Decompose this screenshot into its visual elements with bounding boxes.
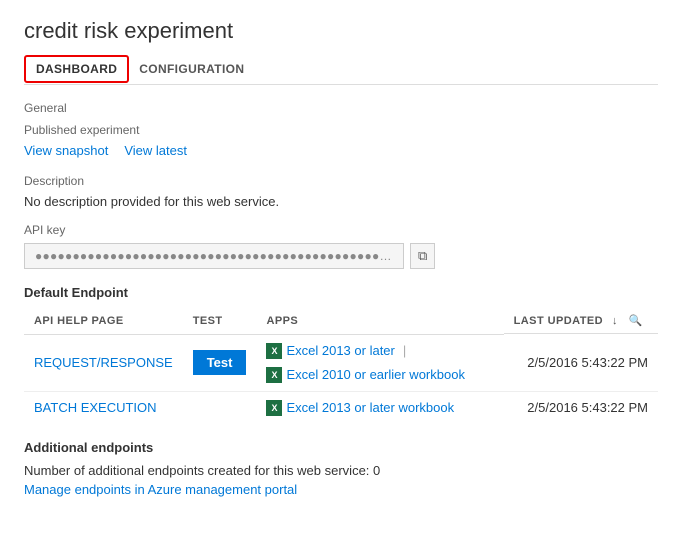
tab-dashboard[interactable]: DASHBOARD <box>24 55 129 83</box>
test-cell-2 <box>183 391 257 424</box>
apps-separator: | <box>403 343 406 358</box>
excel-icon-3: X <box>266 400 282 416</box>
description-value: No description provided for this web ser… <box>24 194 658 209</box>
col-api-help: API HELP PAGE <box>24 308 183 334</box>
apps-cell-1: X Excel 2013 or later | X Excel 2010 or … <box>256 334 503 391</box>
api-key-label: API key <box>24 223 658 237</box>
tab-configuration[interactable]: CONFIGURATION <box>139 54 258 84</box>
sort-down-icon[interactable]: ↓ <box>612 315 618 327</box>
last-updated-cell-1: 2/5/2016 5:43:22 PM <box>504 334 658 391</box>
excel-2013-link[interactable]: X Excel 2013 or later <box>266 343 394 359</box>
col-apps: APPS <box>256 308 503 334</box>
excel-icon-1: X <box>266 343 282 359</box>
endpoint-section-label: Default Endpoint <box>24 285 658 300</box>
copy-icon: ⧉ <box>418 248 427 263</box>
api-key-box: ●●●●●●●●●●●●●●●●●●●●●●●●●●●●●●●●●●●●●●●●… <box>24 243 404 269</box>
request-response-link[interactable]: REQUEST/RESPONSE <box>34 355 173 370</box>
table-row: REQUEST/RESPONSE Test X Excel 2013 or la… <box>24 334 658 391</box>
description-label: Description <box>24 174 658 188</box>
additional-section-label: Additional endpoints <box>24 440 658 455</box>
published-label: Published experiment <box>24 123 658 137</box>
view-latest-link[interactable]: View latest <box>124 143 187 158</box>
test-cell-1: Test <box>183 334 257 391</box>
view-snapshot-link[interactable]: View snapshot <box>24 143 108 158</box>
api-key-row: ●●●●●●●●●●●●●●●●●●●●●●●●●●●●●●●●●●●●●●●●… <box>24 243 658 269</box>
col-last-updated: LAST UPDATED ↓ 🔍 <box>504 308 658 334</box>
copy-api-key-button[interactable]: ⧉ <box>410 243 435 269</box>
tabs-bar: DASHBOARD CONFIGURATION <box>24 54 658 85</box>
additional-endpoints-section: Additional endpoints Number of additiona… <box>24 440 658 497</box>
excel-2013-batch-link[interactable]: X Excel 2013 or later workbook <box>266 400 454 416</box>
col-test: TEST <box>183 308 257 334</box>
table-row: BATCH EXECUTION X Excel 2013 or later wo… <box>24 391 658 424</box>
default-endpoint-section: Default Endpoint API HELP PAGE TEST APPS… <box>24 285 658 424</box>
page-title: credit risk experiment <box>24 18 658 44</box>
excel-2010-link[interactable]: X Excel 2010 or earlier workbook <box>266 367 464 383</box>
published-links: View snapshot View latest <box>24 143 658 158</box>
test-button-1[interactable]: Test <box>193 350 247 375</box>
excel-icon-2: X <box>266 367 282 383</box>
last-updated-cell-2: 2/5/2016 5:43:22 PM <box>504 391 658 424</box>
general-section: General Published experiment View snapsh… <box>24 101 658 269</box>
general-label: General <box>24 101 658 115</box>
apps-cell-2: X Excel 2013 or later workbook <box>256 391 503 424</box>
search-icon[interactable]: 🔍 <box>624 314 648 327</box>
batch-execution-link[interactable]: BATCH EXECUTION <box>34 400 157 415</box>
api-help-cell-1: REQUEST/RESPONSE <box>24 334 183 391</box>
manage-endpoints-link[interactable]: Manage endpoints in Azure management por… <box>24 482 297 497</box>
endpoint-table: API HELP PAGE TEST APPS LAST UPDATED ↓ 🔍… <box>24 308 658 424</box>
api-help-cell-2: BATCH EXECUTION <box>24 391 183 424</box>
additional-count-text: Number of additional endpoints created f… <box>24 463 658 478</box>
